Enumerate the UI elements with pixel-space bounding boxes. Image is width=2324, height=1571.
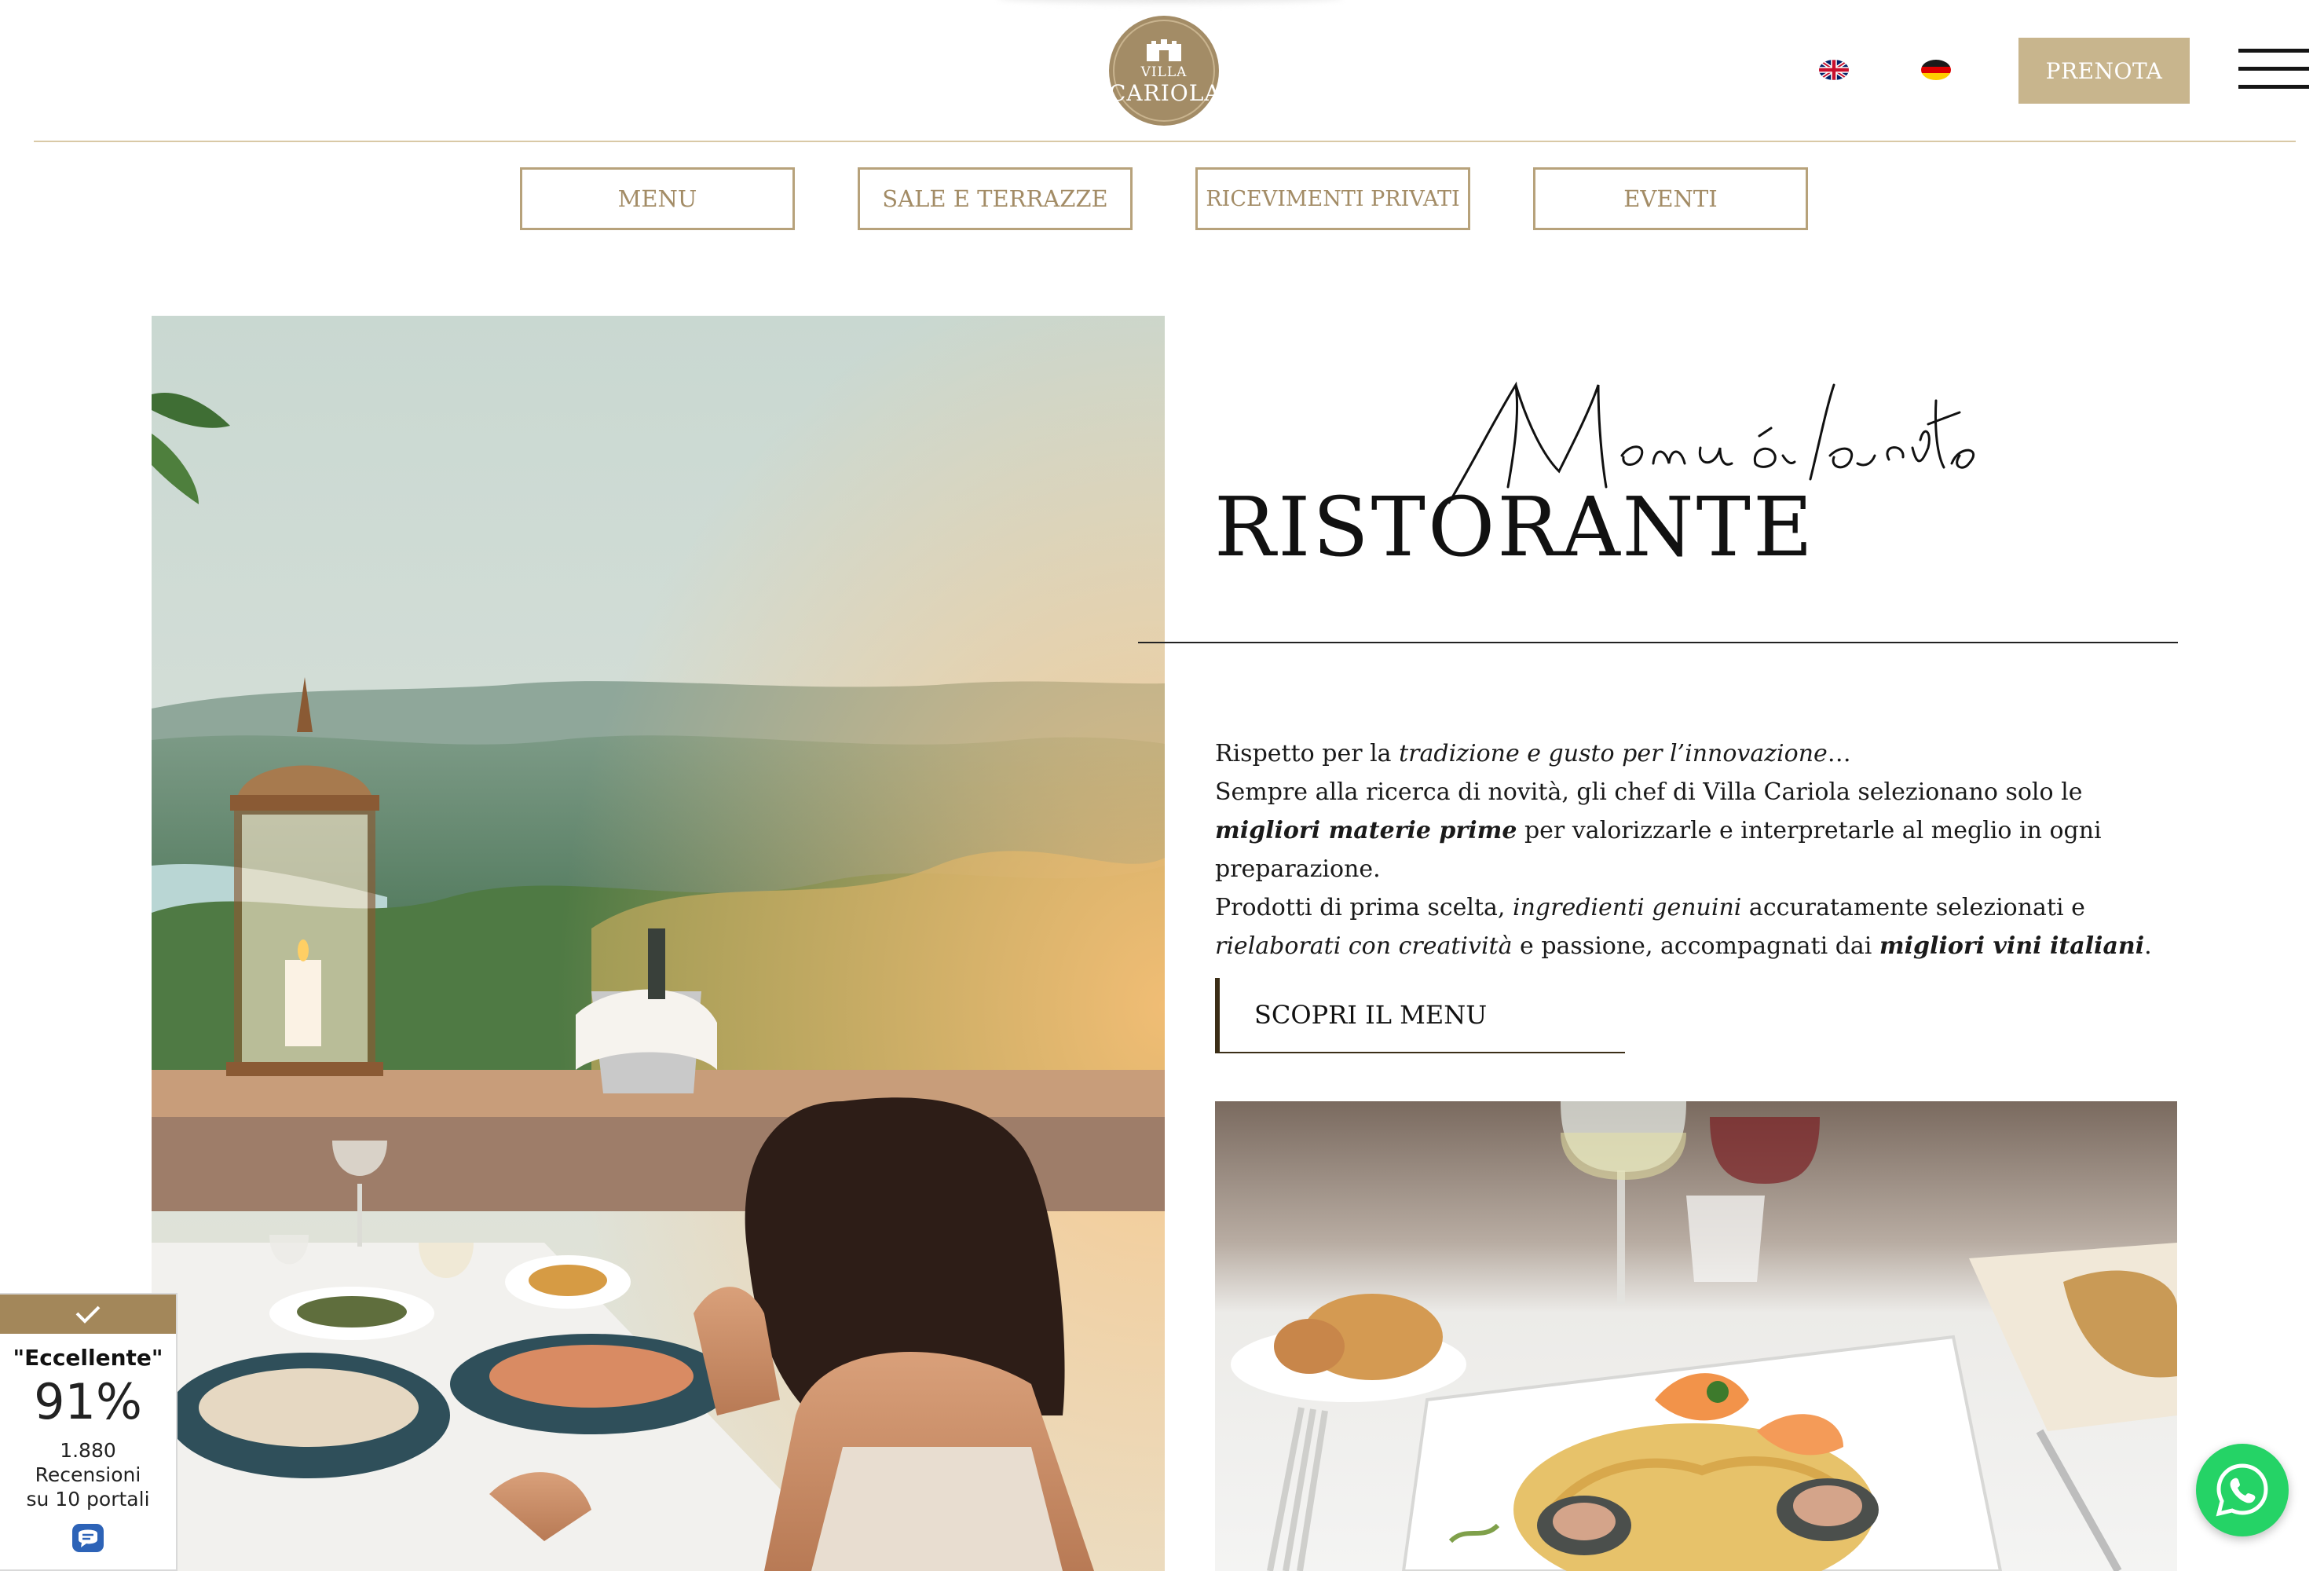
review-percent: 91% <box>34 1373 142 1430</box>
terrace-dinner-photo <box>152 316 1165 1571</box>
subnav-sale-e-terrazze[interactable]: SALE E TERRAZZE <box>858 167 1133 230</box>
checkmark-icon <box>75 1306 101 1324</box>
logo-text-villa: VILLA <box>1140 64 1188 80</box>
whatsapp-icon <box>2216 1463 2268 1517</box>
review-reviews-label: Recensioni <box>35 1463 141 1486</box>
whatsapp-chat-button[interactable] <box>2196 1444 2289 1536</box>
uk-flag-icon[interactable] <box>1819 60 1849 80</box>
subnav-menu[interactable]: MENU <box>520 167 795 230</box>
review-portals-label: su 10 portali <box>26 1488 150 1511</box>
heading-divider <box>1138 642 2178 643</box>
prenota-button[interactable]: PRENOTA <box>2018 38 2190 104</box>
chat-bubble-icon <box>71 1522 105 1554</box>
logo-text-cariola: CARIOLA <box>1109 80 1221 106</box>
scopri-il-menu-label: SCOPRI IL MENU <box>1254 1000 1488 1030</box>
review-badge-header <box>0 1295 176 1334</box>
review-rating-label: "Eccellente" <box>13 1345 163 1371</box>
subnav-eventi[interactable]: EVENTI <box>1533 167 1808 230</box>
germany-flag-icon[interactable] <box>1921 60 1951 80</box>
villa-cariola-logo[interactable]: VILLA CARIOLA <box>1109 16 1221 126</box>
review-count: 1.880 <box>60 1439 116 1462</box>
intro-paragraph: Rispetto per la tradizione e gusto per l… <box>1215 740 2152 960</box>
header-divider <box>34 141 2296 142</box>
header-top-shadow <box>997 0 1343 3</box>
review-badge[interactable]: "Eccellente" 91% 1.880 Recensioni su 10 … <box>0 1293 178 1571</box>
seafood-pasta-photo <box>1215 1101 2177 1571</box>
ristorante-heading: RISTORANTE <box>1214 479 1815 575</box>
scopri-il-menu-button[interactable]: SCOPRI IL MENU <box>1215 978 1625 1053</box>
subnav-ricevimenti-privati[interactable]: RICEVIMENTI PRIVATI <box>1195 167 1470 230</box>
hamburger-menu-icon[interactable] <box>2238 49 2309 90</box>
